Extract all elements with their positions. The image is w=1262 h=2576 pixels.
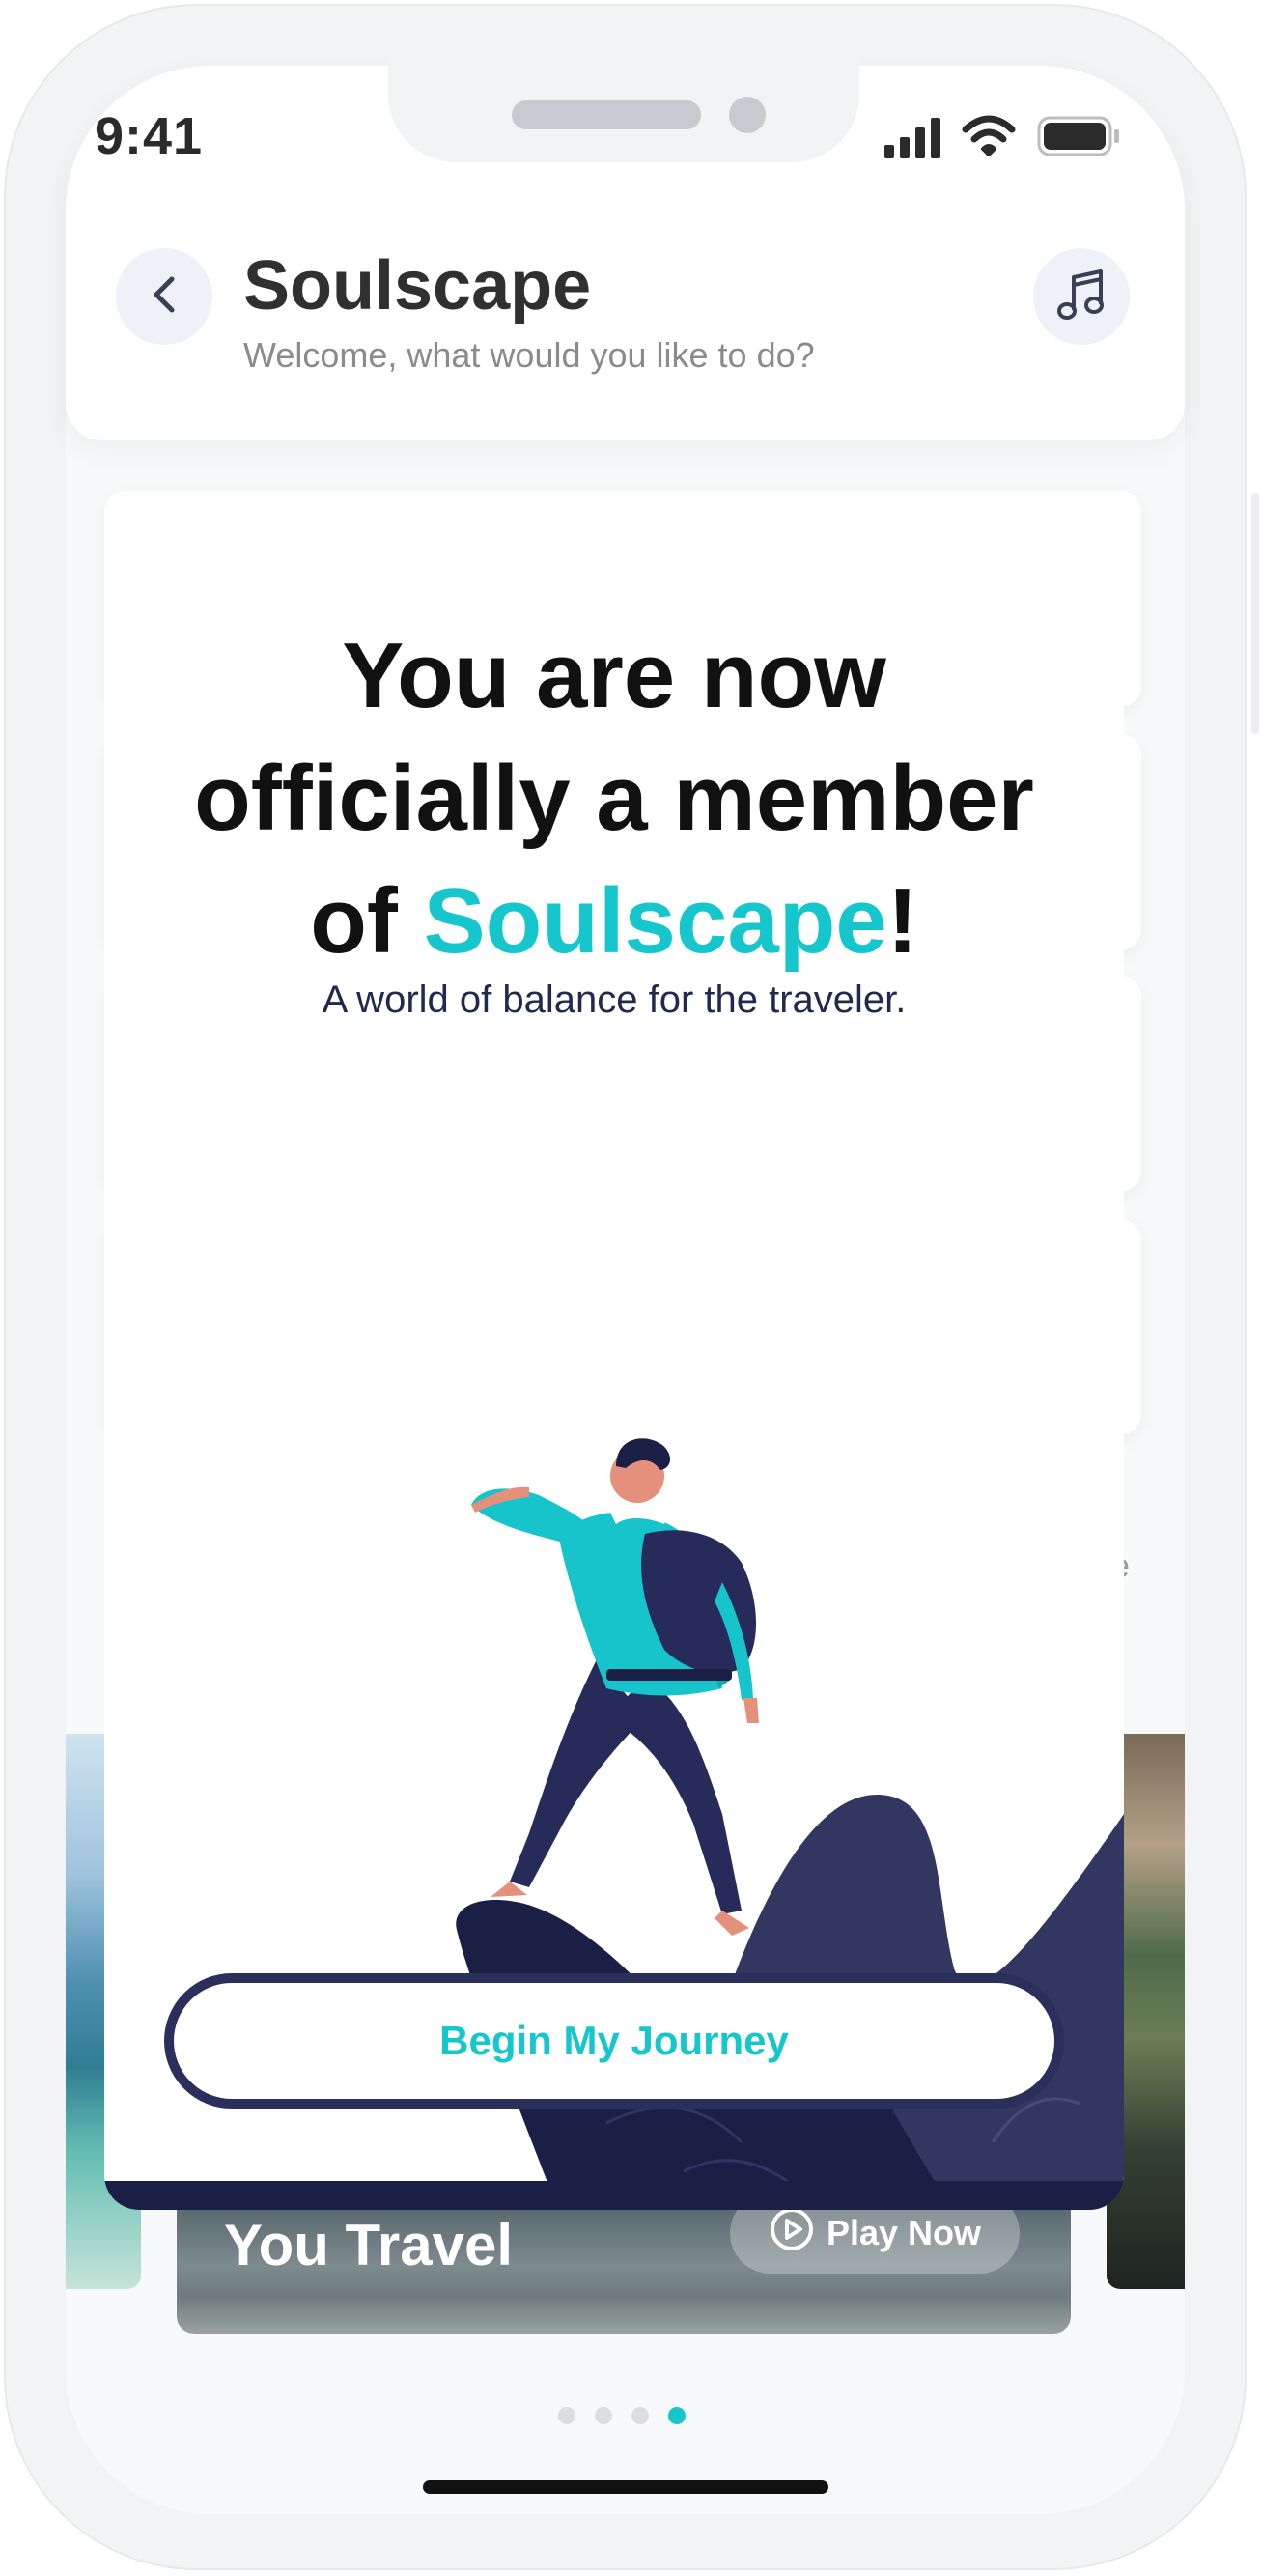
home-indicator	[423, 2480, 828, 2494]
headline-exclamation: !	[886, 869, 918, 973]
pagination-dot[interactable]	[631, 2407, 649, 2424]
begin-journey-button[interactable]: Begin My Journey	[164, 1973, 1064, 2109]
music-note-icon	[1054, 266, 1108, 328]
play-circle-icon	[769, 2206, 815, 2261]
speaker-grille	[512, 100, 701, 129]
headline-line-3: of Soulscape!	[104, 860, 1124, 982]
battery-icon	[1037, 114, 1120, 163]
pagination-dot[interactable]	[558, 2407, 575, 2424]
welcome-headline: You are now officially a member of Souls…	[104, 614, 1124, 982]
status-time: 9:41	[95, 107, 204, 165]
pagination-dot[interactable]	[595, 2407, 612, 2424]
featured-card-title: You Travel	[224, 2213, 514, 2278]
wifi-icon	[962, 114, 1016, 163]
bottom-band	[104, 2181, 1124, 2210]
hiker-front-leg	[510, 1659, 645, 1887]
headline-brand: Soulscape	[423, 869, 887, 973]
headline-of: of	[310, 869, 424, 973]
welcome-tagline: A world of balance for the traveler.	[322, 978, 907, 1021]
back-button[interactable]	[116, 248, 212, 345]
headline-line-1: You are now	[342, 624, 886, 727]
phone-side-button	[1251, 493, 1259, 734]
front-camera	[729, 97, 766, 133]
chevron-left-icon	[145, 273, 183, 321]
welcome-modal: You are now officially a member of Souls…	[104, 491, 1124, 2210]
signal-icon	[884, 116, 942, 163]
play-now-label: Play Now	[826, 2213, 982, 2252]
page-title: Soulscape	[243, 247, 592, 325]
page-subtitle: Welcome, what would you like to do?	[243, 335, 815, 375]
pagination-dot-active[interactable]	[668, 2407, 686, 2424]
headline-line-2: officially a member	[194, 747, 1034, 850]
music-button[interactable]	[1033, 248, 1130, 345]
